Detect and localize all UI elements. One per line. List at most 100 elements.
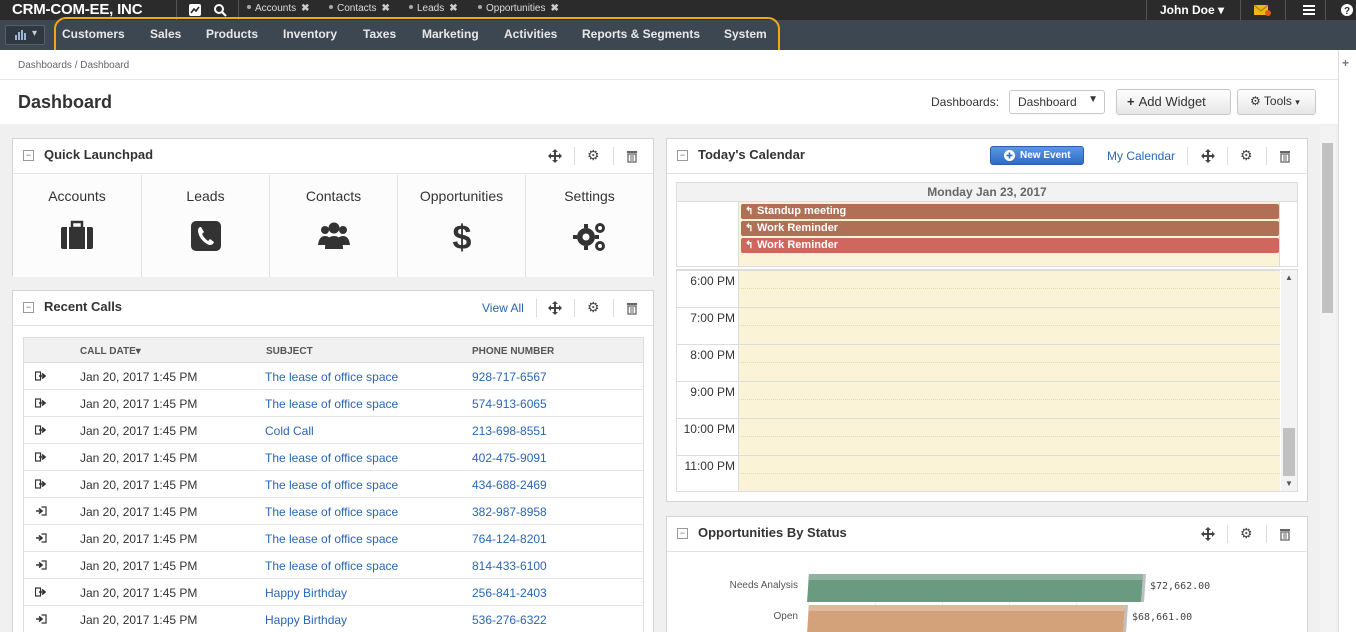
trash-icon[interactable] [1278, 527, 1292, 541]
call-subject-link[interactable]: The lease of office space [265, 451, 398, 465]
divider [1227, 147, 1228, 165]
table-row[interactable]: Jan 20, 2017 1:45 PM The lease of office … [23, 363, 644, 390]
call-subject-link[interactable]: The lease of office space [265, 397, 398, 411]
dashboard-select[interactable]: Dashboard ▼ [1009, 90, 1105, 114]
gear-icon[interactable]: ⚙ [1240, 525, 1254, 541]
tools-button[interactable]: ⚙ Tools ▾ [1237, 89, 1316, 115]
launch-leads[interactable]: Leads [142, 175, 270, 277]
gear-icon[interactable]: ⚙ [1240, 147, 1254, 163]
table-row[interactable]: Jan 20, 2017 1:45 PM Happy Birthday 256-84… [23, 579, 644, 606]
scroll-up-icon[interactable]: ▲ [1285, 273, 1293, 282]
view-all-link[interactable]: View All [482, 301, 524, 315]
search-icon[interactable] [213, 3, 227, 17]
scrollbar-thumb[interactable] [1283, 428, 1295, 476]
launch-settings[interactable]: Settings [526, 175, 653, 277]
call-phone-link[interactable]: 536-276-6322 [472, 613, 547, 627]
move-icon[interactable] [548, 301, 562, 315]
call-outgoing-icon [35, 371, 47, 381]
collapse-button[interactable]: − [23, 150, 34, 161]
column-subject[interactable]: SUBJECT [266, 346, 313, 357]
divider [1187, 147, 1188, 165]
call-subject-link[interactable]: The lease of office space [265, 559, 398, 573]
widget-title: Today's Calendar [698, 147, 805, 162]
table-row[interactable]: Jan 20, 2017 1:45 PM The lease of office … [23, 552, 644, 579]
call-subject-link[interactable]: The lease of office space [265, 478, 398, 492]
bar[interactable] [807, 605, 1125, 632]
call-phone-link[interactable]: 928-717-6567 [472, 370, 547, 384]
trash-icon[interactable] [625, 301, 639, 315]
column-call-date[interactable]: CALL DATE▾ [80, 346, 141, 357]
calendar-event[interactable]: ↰ Standup meeting [741, 204, 1279, 219]
mail-icon[interactable] [1253, 3, 1271, 17]
close-icon[interactable]: ✖ [381, 3, 389, 14]
move-icon[interactable] [1201, 149, 1215, 163]
open-tab-contacts[interactable]: Contacts ✖ [329, 3, 390, 14]
collapse-button[interactable]: − [677, 150, 688, 161]
bar[interactable] [807, 574, 1143, 602]
open-tab-accounts[interactable]: Accounts ✖ [247, 3, 310, 14]
calendar-event[interactable]: ↰ Work Reminder [741, 238, 1279, 253]
gear-icon[interactable]: ⚙ [587, 147, 601, 163]
trash-icon[interactable] [625, 149, 639, 163]
calendar-scrollbar[interactable]: ▲ ▼ [1281, 270, 1297, 491]
gear-icon[interactable]: ⚙ [587, 299, 601, 315]
call-incoming-icon [36, 506, 47, 516]
call-subject-link[interactable]: Happy Birthday [265, 613, 347, 627]
table-row[interactable]: Jan 20, 2017 1:45 PM The lease of office … [23, 525, 644, 552]
gear-icon: ⚙ [1250, 94, 1261, 108]
user-menu[interactable]: John Doe ▾ [1160, 3, 1224, 17]
open-tab-leads[interactable]: Leads ✖ [409, 3, 458, 14]
launch-opportunities[interactable]: Opportunities $ [398, 175, 526, 277]
plus-icon[interactable]: + [1342, 56, 1349, 70]
close-icon[interactable]: ✖ [449, 3, 457, 14]
table-row[interactable]: Jan 20, 2017 1:45 PM The lease of office … [23, 471, 644, 498]
help-icon[interactable]: ? [1340, 3, 1354, 17]
call-phone-link[interactable]: 213-698-8551 [472, 424, 547, 438]
column-phone-number[interactable]: PHONE NUMBER [472, 346, 554, 357]
launch-contacts[interactable]: Contacts [270, 175, 398, 277]
collapse-button[interactable]: − [677, 528, 688, 539]
main-scrollbar[interactable] [1320, 127, 1336, 632]
launch-label: Opportunities [419, 188, 504, 204]
table-row[interactable]: Jan 20, 2017 1:45 PM The lease of office … [23, 390, 644, 417]
breadcrumb[interactable]: Dashboards / Dashboard [18, 60, 129, 71]
new-event-button[interactable]: New Event [990, 146, 1084, 165]
close-icon[interactable]: ✖ [301, 3, 309, 14]
trash-icon[interactable] [1278, 149, 1292, 163]
call-subject-link[interactable]: The lease of office space [265, 370, 398, 384]
hour-label: 11:00 PM [684, 459, 735, 473]
breadcrumb-bar: Dashboards / Dashboard [0, 50, 1338, 80]
collapse-button[interactable]: − [23, 302, 34, 313]
open-tab-opportunities[interactable]: Opportunities ✖ [478, 3, 559, 14]
table-row[interactable]: Jan 20, 2017 1:45 PM Happy Birthday 536-27… [23, 606, 644, 632]
chart-icon[interactable] [188, 3, 202, 17]
dashboard-switch-button[interactable]: ▾ [5, 25, 45, 45]
scroll-down-icon[interactable]: ▼ [1285, 479, 1293, 488]
calendar-event[interactable]: ↰ Work Reminder [741, 221, 1279, 236]
call-phone-link[interactable]: 434-688-2469 [472, 478, 547, 492]
move-icon[interactable] [1201, 527, 1215, 541]
call-phone-link[interactable]: 764-124-8201 [472, 532, 547, 546]
calendar-time-grid[interactable]: 6:00 PM 7:00 PM 8:00 PM 9:00 PM 10:00 PM… [676, 269, 1298, 492]
call-phone-link[interactable]: 814-433-6100 [472, 559, 547, 573]
menu-icon[interactable] [1302, 3, 1316, 17]
divider [13, 325, 653, 326]
call-subject-link[interactable]: The lease of office space [265, 532, 398, 546]
table-row[interactable]: Jan 20, 2017 1:45 PM Cold Call 213-698-855… [23, 417, 644, 444]
table-row[interactable]: Jan 20, 2017 1:45 PM The lease of office … [23, 498, 644, 525]
call-subject-link[interactable]: Happy Birthday [265, 586, 347, 600]
launch-accounts[interactable]: Accounts [13, 175, 142, 277]
scrollbar-thumb[interactable] [1322, 143, 1333, 313]
call-subject-link[interactable]: Cold Call [265, 424, 314, 438]
table-row[interactable]: Jan 20, 2017 1:45 PM The lease of office … [23, 444, 644, 471]
call-phone-link[interactable]: 574-913-6065 [472, 397, 547, 411]
call-phone-link[interactable]: 402-475-9091 [472, 451, 547, 465]
move-icon[interactable] [548, 149, 562, 163]
add-widget-button[interactable]: + Add Widget [1116, 89, 1231, 115]
call-phone-link[interactable]: 382-987-8958 [472, 505, 547, 519]
my-calendar-link[interactable]: My Calendar [1107, 149, 1175, 163]
call-date: Jan 20, 2017 1:45 PM [80, 478, 198, 492]
close-icon[interactable]: ✖ [550, 3, 558, 14]
call-subject-link[interactable]: The lease of office space [265, 505, 398, 519]
call-phone-link[interactable]: 256-841-2403 [472, 586, 547, 600]
